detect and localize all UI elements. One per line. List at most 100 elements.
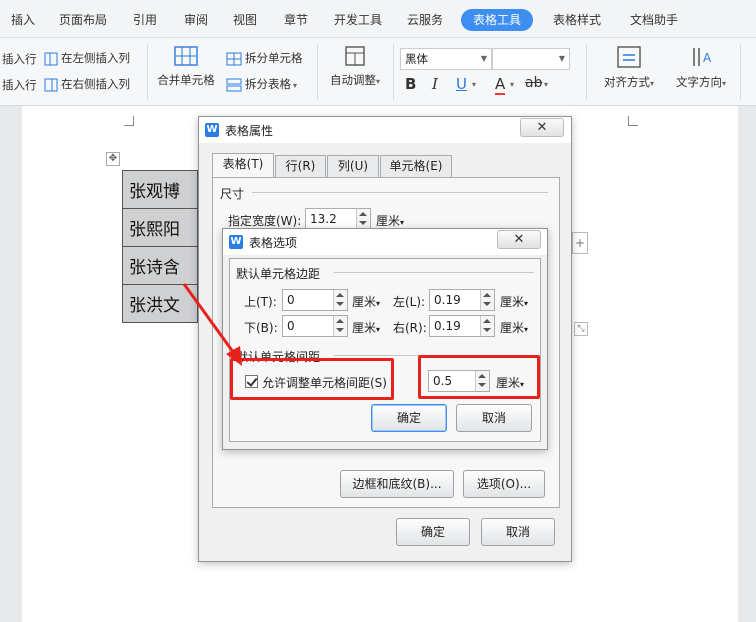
font-color-button[interactable]: A bbox=[495, 75, 506, 95]
insert-col-right-button[interactable]: 在右侧插入列 bbox=[44, 76, 130, 92]
text-direction-dropdown-icon[interactable]: ▾ bbox=[722, 79, 726, 88]
font-name-value: 黑体 bbox=[405, 52, 428, 66]
highlight-dropdown-icon[interactable]: ▾ bbox=[544, 80, 548, 89]
autofit-label: 自动调整 bbox=[329, 73, 376, 87]
top-margin-value: 0 bbox=[287, 293, 295, 307]
highlight-button[interactable]: ab bbox=[525, 75, 542, 91]
bottom-margin-value: 0 bbox=[287, 319, 295, 333]
chevron-down-icon: ▾ bbox=[376, 299, 381, 308]
menu-doc-assistant[interactable]: 文档助手 bbox=[630, 10, 678, 30]
spin-up-icon[interactable] bbox=[483, 319, 491, 323]
spin-up-icon[interactable] bbox=[336, 293, 344, 297]
split-cells-button[interactable]: 拆分单元格 bbox=[226, 50, 303, 66]
left-unit-select[interactable]: 厘米▾ bbox=[500, 293, 528, 310]
add-column-button[interactable]: + bbox=[572, 232, 588, 254]
insert-col-left-button[interactable]: 在左侧插入列 bbox=[44, 50, 130, 66]
menu-page-layout[interactable]: 页面布局 bbox=[59, 10, 107, 30]
menu-table-tools[interactable]: 表格工具 bbox=[461, 9, 534, 31]
width-unit-select[interactable]: 厘米▾ bbox=[376, 212, 404, 229]
insert-col-left-icon bbox=[44, 52, 58, 65]
spinner-arrows[interactable] bbox=[480, 316, 494, 336]
page-corner-mark bbox=[628, 116, 638, 126]
insert-col-right-icon bbox=[44, 78, 58, 91]
options-button[interactable]: 选项(O)... bbox=[463, 470, 545, 498]
tab-column[interactable]: 列(U) bbox=[327, 155, 379, 177]
insert-row-above-button[interactable]: 插入行 bbox=[2, 51, 37, 67]
split-table-button[interactable]: 拆分表格 ▾ bbox=[226, 76, 297, 92]
borders-shading-button[interactable]: 边框和底纹(B)... bbox=[340, 470, 454, 498]
text-direction-icon: A bbox=[693, 48, 712, 66]
menu-view[interactable]: 视图 bbox=[233, 10, 257, 30]
table-cell[interactable]: 张熙阳 bbox=[122, 208, 198, 247]
align-button[interactable]: 对齐方式▾ bbox=[598, 46, 660, 90]
top-margin-spinner[interactable]: 0 bbox=[282, 289, 348, 311]
spinner-arrows[interactable] bbox=[333, 290, 347, 310]
tab-row[interactable]: 行(R) bbox=[275, 155, 326, 177]
italic-button[interactable]: I bbox=[432, 75, 438, 93]
top-unit-select[interactable]: 厘米▾ bbox=[352, 293, 380, 310]
underline-button[interactable]: U bbox=[456, 75, 467, 93]
menu-references[interactable]: 引用 bbox=[133, 10, 157, 30]
table-move-handle[interactable]: ✥ bbox=[106, 152, 120, 166]
tab-cell[interactable]: 单元格(E) bbox=[380, 155, 452, 177]
autofit-button[interactable]: 自动调整▾ bbox=[324, 46, 386, 88]
table-cell[interactable]: 张观博 bbox=[122, 170, 198, 209]
options-ok-button[interactable]: 确定 bbox=[371, 404, 447, 432]
split-table-dropdown-icon[interactable]: ▾ bbox=[293, 81, 297, 90]
width-spinner[interactable]: 13.2 bbox=[305, 208, 371, 230]
insert-row-below-button[interactable]: 插入行 bbox=[2, 77, 37, 93]
spinner-arrows[interactable] bbox=[480, 290, 494, 310]
right-margin-spinner[interactable]: 0.19 bbox=[429, 315, 495, 337]
page-corner-mark bbox=[124, 116, 134, 126]
spin-down-icon[interactable] bbox=[336, 302, 344, 306]
menu-chapter[interactable]: 章节 bbox=[284, 10, 308, 30]
close-button[interactable]: ✕ bbox=[520, 118, 564, 137]
align-dropdown-icon[interactable]: ▾ bbox=[650, 79, 654, 88]
unit-value: 厘米 bbox=[500, 321, 525, 335]
spin-down-icon[interactable] bbox=[336, 328, 344, 332]
font-name-select[interactable]: 黑体 ▼ bbox=[400, 48, 492, 70]
options-cancel-button[interactable]: 取消 bbox=[456, 404, 532, 432]
chevron-down-icon: ▼ bbox=[480, 54, 487, 63]
ribbon-separator bbox=[393, 44, 394, 100]
bottom-unit-select[interactable]: 厘米▾ bbox=[352, 319, 380, 336]
table-cell[interactable]: 张诗含 bbox=[122, 246, 198, 285]
spin-down-icon[interactable] bbox=[483, 328, 491, 332]
text-direction-button[interactable]: A 文字方向▾ bbox=[670, 46, 732, 90]
chevron-down-icon: ▾ bbox=[524, 299, 529, 308]
ribbon-separator bbox=[586, 44, 587, 100]
bold-button[interactable]: B bbox=[405, 75, 416, 93]
menu-insert[interactable]: 插入 bbox=[11, 10, 35, 30]
spin-up-icon[interactable] bbox=[483, 293, 491, 297]
spinner-arrows[interactable] bbox=[356, 209, 370, 229]
autofit-dropdown-icon[interactable]: ▾ bbox=[376, 77, 380, 86]
right-margin-label: 右(R): bbox=[393, 321, 427, 335]
spin-down-icon[interactable] bbox=[359, 221, 367, 225]
font-size-select[interactable]: ▼ bbox=[492, 48, 570, 70]
properties-cancel-button[interactable]: 取消 bbox=[481, 518, 555, 546]
font-color-dropdown-icon[interactable]: ▾ bbox=[510, 80, 514, 89]
right-unit-select[interactable]: 厘米▾ bbox=[500, 319, 528, 336]
bottom-margin-spinner[interactable]: 0 bbox=[282, 315, 348, 337]
split-cells-label: 拆分单元格 bbox=[245, 51, 303, 65]
merge-cells-button[interactable]: 合并单元格 bbox=[155, 46, 217, 88]
highlight-box-checkbox bbox=[230, 358, 394, 400]
tab-table[interactable]: 表格(T) bbox=[212, 153, 274, 177]
menu-developer[interactable]: 开发工具 bbox=[334, 10, 382, 30]
spin-down-icon[interactable] bbox=[483, 302, 491, 306]
spinner-arrows[interactable] bbox=[333, 316, 347, 336]
properties-ok-button[interactable]: 确定 bbox=[396, 518, 470, 546]
spin-up-icon[interactable] bbox=[359, 212, 367, 216]
underline-dropdown-icon[interactable]: ▾ bbox=[472, 80, 476, 89]
left-margin-spinner[interactable]: 0.19 bbox=[429, 289, 495, 311]
table-row: 张诗含 bbox=[122, 246, 198, 285]
close-button[interactable]: ✕ bbox=[497, 230, 541, 249]
spin-up-icon[interactable] bbox=[336, 319, 344, 323]
menu-review[interactable]: 审阅 bbox=[184, 10, 208, 30]
width-label: 指定宽度(W): bbox=[228, 214, 302, 228]
table-resize-handle[interactable]: ⤡ bbox=[574, 322, 588, 336]
width-value: 13.2 bbox=[310, 212, 337, 226]
ribbon-separator bbox=[740, 44, 741, 100]
menu-cloud[interactable]: 云服务 bbox=[407, 10, 443, 30]
menu-table-style[interactable]: 表格样式 bbox=[553, 10, 601, 30]
